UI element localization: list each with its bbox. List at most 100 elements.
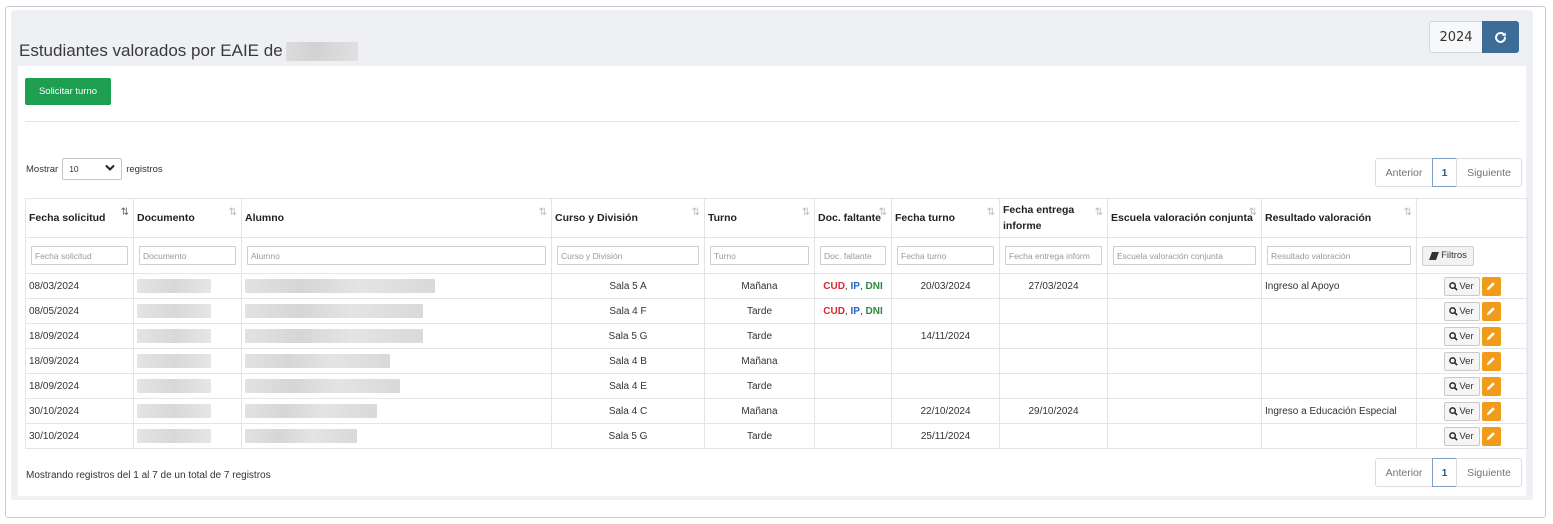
- ver-button[interactable]: Ver: [1443, 301, 1480, 321]
- cell-alumno: [241, 273, 552, 299]
- cell-fecha-solicitud: 18/09/2024: [25, 373, 134, 399]
- cell-fecha-entrega: [999, 323, 1108, 349]
- filter-documento[interactable]: Documento: [139, 246, 236, 265]
- redacted-alumno: [245, 404, 377, 418]
- col-alumno[interactable]: Alumno ⇅: [241, 198, 552, 238]
- cell-documento: [133, 373, 242, 399]
- ver-button[interactable]: Ver: [1443, 276, 1480, 296]
- solicitar-turno-button[interactable]: Solicitar turno: [25, 78, 111, 105]
- ver-label: Ver: [1459, 305, 1474, 317]
- pencil-icon: [1487, 382, 1495, 390]
- filter-doc-faltante[interactable]: Doc. faltante: [820, 246, 886, 265]
- filtros-button[interactable]: Filtros: [1422, 245, 1474, 266]
- col-resultado[interactable]: Resultado valoración ⇅: [1261, 198, 1417, 238]
- refresh-button[interactable]: [1482, 21, 1519, 53]
- cell-resultado: [1261, 423, 1417, 449]
- cell-actions: Ver: [1416, 398, 1528, 424]
- divider: [25, 121, 1519, 122]
- table-row: 30/10/2024 Sala 5 G Tarde 25/11/2024 Ver: [25, 423, 1528, 449]
- col-turno[interactable]: Turno ⇅: [704, 198, 815, 238]
- edit-button[interactable]: [1481, 376, 1501, 396]
- ver-button[interactable]: Ver: [1443, 376, 1480, 396]
- main-panel: Estudiantes valorados por EAIE de 2024 S…: [11, 10, 1533, 500]
- search-icon: [1449, 381, 1459, 391]
- cell-turno: Mañana: [704, 348, 815, 374]
- cell-resultado: [1261, 323, 1417, 349]
- cell-turno: Tarde: [704, 298, 815, 324]
- col-fecha-solicitud[interactable]: Fecha solicitud ⇅: [25, 198, 134, 238]
- length-prefix: Mostrar: [26, 163, 59, 175]
- redacted-alumno: [245, 354, 390, 368]
- cell-turno: Mañana: [704, 398, 815, 424]
- redacted-documento: [137, 354, 211, 368]
- col-label: Fecha entrega informe: [1003, 204, 1075, 232]
- pagination-next-button[interactable]: Siguiente: [1456, 458, 1522, 487]
- col-curso[interactable]: Curso y División ⇅: [551, 198, 705, 238]
- search-icon: [1449, 306, 1459, 316]
- col-documento[interactable]: Documento ⇅: [133, 198, 242, 238]
- cell-turno: Tarde: [704, 323, 815, 349]
- edit-button[interactable]: [1481, 351, 1501, 371]
- content-card: Solicitar turno Mostrar 10 registros Ant…: [18, 66, 1528, 496]
- redacted-documento: [137, 304, 211, 318]
- cell-fecha-solicitud: 08/05/2024: [25, 298, 134, 324]
- col-fecha-entrega[interactable]: Fecha entrega informe ⇅: [999, 198, 1108, 238]
- col-fecha-turno[interactable]: Fecha turno ⇅: [891, 198, 1000, 238]
- ver-button[interactable]: Ver: [1443, 326, 1480, 346]
- filter-escuela[interactable]: Escuela valoración conjunta: [1113, 246, 1256, 265]
- col-label: Alumno: [245, 212, 285, 224]
- cell-fecha-turno: [891, 348, 1000, 374]
- pagination-page-button[interactable]: 1: [1432, 158, 1457, 187]
- row-actions: Ver: [1420, 276, 1524, 296]
- pagination-next-button[interactable]: Siguiente: [1456, 158, 1522, 187]
- search-icon: [1449, 431, 1459, 441]
- cell-curso: Sala 4 B: [551, 348, 705, 374]
- cell-fecha-entrega: [999, 348, 1108, 374]
- edit-button[interactable]: [1481, 401, 1501, 421]
- cell-documento: [133, 323, 242, 349]
- filter-fecha-turno[interactable]: Fecha turno: [897, 246, 994, 265]
- ver-label: Ver: [1459, 330, 1474, 342]
- year-input[interactable]: 2024: [1429, 21, 1482, 53]
- col-doc-faltante[interactable]: Doc. faltante ⇅: [814, 198, 892, 238]
- edit-button[interactable]: [1481, 301, 1501, 321]
- doc-ip-badge: IP: [850, 305, 860, 317]
- cell-fecha-solicitud: 30/10/2024: [25, 398, 134, 424]
- cell-curso: Sala 5 A: [551, 273, 705, 299]
- col-label: Turno: [708, 212, 737, 224]
- cell-escuela: [1107, 273, 1262, 299]
- pagination-prev-button[interactable]: Anterior: [1375, 458, 1433, 487]
- filter-resultado[interactable]: Resultado valoración: [1267, 246, 1411, 265]
- chevron-down-icon: [105, 164, 115, 175]
- edit-button[interactable]: [1481, 426, 1501, 446]
- filter-fecha-entrega[interactable]: Fecha entrega inform: [1005, 246, 1102, 265]
- cell-alumno: [241, 298, 552, 324]
- edit-button[interactable]: [1481, 276, 1501, 296]
- redacted-alumno: [245, 279, 435, 293]
- edit-button[interactable]: [1481, 326, 1501, 346]
- pencil-icon: [1487, 307, 1495, 315]
- cell-curso: Sala 4 F: [551, 298, 705, 324]
- pagination-prev-button[interactable]: Anterior: [1375, 158, 1433, 187]
- col-label: Escuela valoración conjunta: [1111, 212, 1253, 224]
- ver-button[interactable]: Ver: [1443, 401, 1480, 421]
- cell-actions: Ver: [1416, 423, 1528, 449]
- filter-fecha-solicitud[interactable]: Fecha solicitud: [31, 246, 128, 265]
- cell-documento: [133, 273, 242, 299]
- filter-turno[interactable]: Turno: [710, 246, 809, 265]
- pagination-page-button[interactable]: 1: [1432, 458, 1457, 487]
- ver-button[interactable]: Ver: [1443, 351, 1480, 371]
- filter-curso[interactable]: Curso y División: [557, 246, 699, 265]
- ver-button[interactable]: Ver: [1443, 426, 1480, 446]
- filter-alumno[interactable]: Alumno: [247, 246, 546, 265]
- redacted-alumno: [245, 329, 423, 343]
- col-escuela[interactable]: Escuela valoración conjunta ⇅: [1107, 198, 1262, 238]
- year-selector-group: 2024: [1429, 21, 1519, 53]
- cell-turno: Mañana: [704, 273, 815, 299]
- page-length-value: 10: [69, 164, 79, 174]
- page-length-select[interactable]: 10: [62, 158, 123, 180]
- cell-curso: Sala 5 G: [551, 423, 705, 449]
- row-actions: Ver: [1420, 426, 1524, 446]
- cell-actions: Ver: [1416, 323, 1528, 349]
- cell-fecha-solicitud: 08/03/2024: [25, 273, 134, 299]
